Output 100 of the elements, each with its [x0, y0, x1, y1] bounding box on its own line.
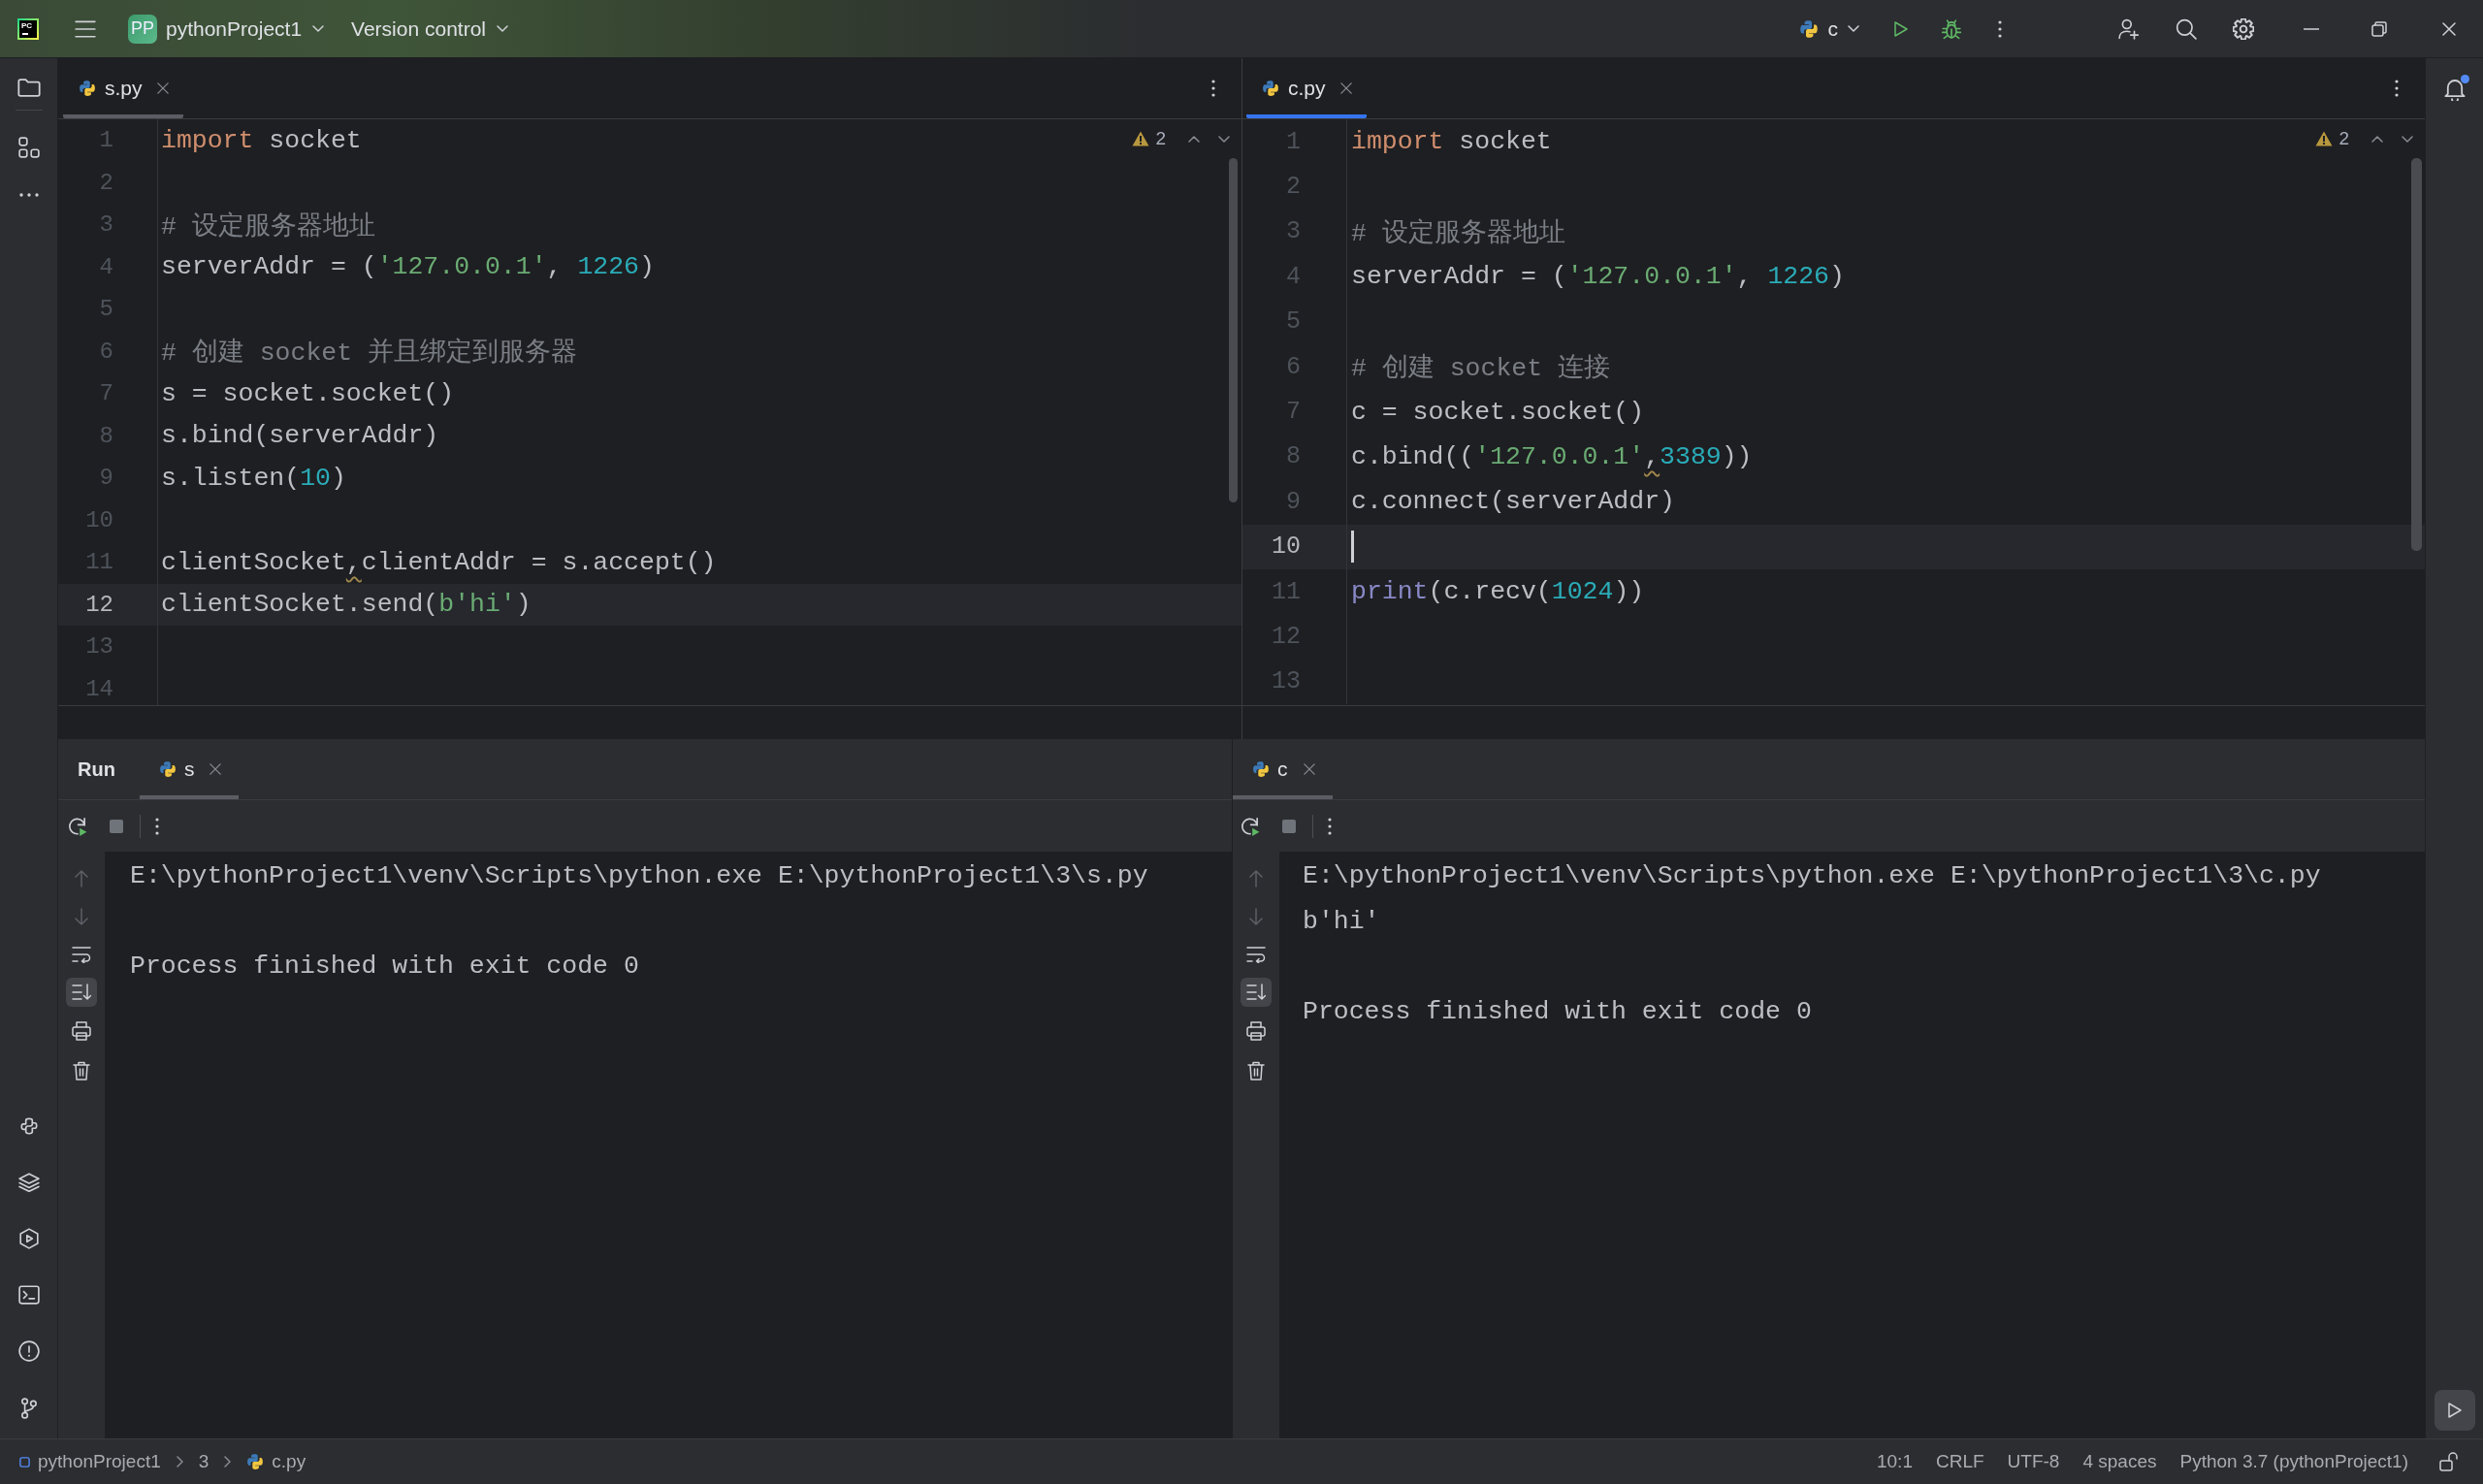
services-icon[interactable] [18, 1228, 39, 1249]
chevron-right-icon [224, 1456, 232, 1468]
rerun-icon[interactable] [1240, 815, 1261, 837]
more-icon[interactable] [1211, 80, 1215, 97]
vcs-menu[interactable]: Version control [351, 16, 508, 41]
module-icon [19, 1456, 30, 1468]
breadcrumb[interactable]: 3 [198, 1451, 210, 1472]
line-separator[interactable]: CRLF [1935, 1451, 1984, 1472]
trash-icon[interactable] [73, 1061, 90, 1081]
layers-icon[interactable] [17, 1173, 40, 1192]
project-selector[interactable]: PP pythonProject1 [128, 14, 325, 44]
line-number: 12 [1272, 623, 1301, 651]
line-number: 3 [1286, 217, 1301, 246]
more-icon[interactable] [18, 193, 39, 197]
problems-icon[interactable] [17, 1340, 40, 1362]
stop-icon[interactable] [1281, 818, 1297, 834]
python-console-icon[interactable] [17, 1115, 40, 1137]
rerun-icon[interactable] [67, 815, 88, 837]
restore-icon[interactable] [2371, 20, 2387, 37]
line-number: 7 [99, 380, 113, 407]
code-line: serverAddr = ('127.0.0.1', 1226) [161, 252, 655, 282]
console-line: E:\pythonProject1\venv\Scripts\python.exe E:\pythonProject1\3\s.py [130, 860, 1148, 892]
warning-counter[interactable]: 2 [1132, 128, 1166, 149]
code-line: # 创建 socket 并且绑定到服务器 [161, 337, 578, 370]
line-number: 4 [99, 253, 113, 280]
line-number: 10 [1272, 532, 1301, 562]
git-branch-icon[interactable] [19, 1398, 38, 1419]
chevron-down-icon[interactable] [1218, 135, 1230, 143]
line-number: 6 [1286, 352, 1301, 381]
editor-tab[interactable]: c.py [1246, 58, 1367, 118]
chevron-down-icon[interactable] [312, 25, 325, 32]
code-line: c.connect(serverAddr) [1351, 487, 1675, 517]
add-user-icon[interactable] [2118, 17, 2140, 40]
code-line: c.bind(('127.0.0.1',3389)) [1351, 441, 1753, 471]
code-line: import socket [161, 125, 362, 155]
folder-icon[interactable] [16, 79, 41, 97]
exit-message: Process finished with exit code 0 [1303, 995, 1812, 1028]
line-number: 11 [85, 549, 113, 576]
bug-icon[interactable] [1941, 17, 1962, 40]
run-icon[interactable] [2434, 1390, 2475, 1431]
more-icon[interactable] [2395, 80, 2399, 97]
print-icon[interactable] [1246, 1021, 1266, 1041]
chevron-down-icon[interactable] [1848, 25, 1859, 32]
close-icon[interactable] [2442, 21, 2456, 36]
chevron-down-icon[interactable] [497, 25, 508, 32]
caret-position[interactable]: 10:1 [1877, 1451, 1913, 1472]
indent-setting[interactable]: 4 spaces [2082, 1451, 2157, 1472]
bell-icon[interactable] [2443, 78, 2466, 101]
soft-wrap-icon[interactable] [72, 946, 91, 963]
close-icon[interactable] [1339, 82, 1352, 94]
code-line: s.listen(10) [161, 463, 346, 493]
scroll-to-end-icon[interactable] [66, 978, 97, 1007]
code-line: s = socket.socket() [161, 378, 455, 408]
line-number: 2 [99, 169, 113, 196]
scrollbar-thumb[interactable] [1229, 158, 1238, 502]
chevron-up-icon[interactable] [2371, 135, 2383, 143]
soft-wrap-icon[interactable] [1246, 946, 1266, 963]
code-line: import socket [1351, 127, 1552, 157]
structure-icon[interactable] [17, 137, 40, 158]
trash-icon[interactable] [1247, 1061, 1265, 1081]
lock-icon[interactable] [2439, 1452, 2459, 1471]
warning-counter[interactable]: 2 [2315, 128, 2349, 149]
line-number: 9 [99, 465, 113, 492]
minimize-icon[interactable] [2304, 27, 2319, 30]
python-icon [246, 1453, 265, 1470]
chevron-down-icon[interactable] [2402, 135, 2413, 143]
interpreter-selector[interactable]: Python 3.7 (pythonProject1) [2179, 1451, 2408, 1472]
code-line: clientSocket.send(b'hi') [161, 590, 532, 620]
python-icon [79, 80, 96, 97]
code-line: # 创建 socket 连接 [1351, 352, 1611, 385]
line-number: 8 [99, 422, 113, 449]
scroll-to-end-icon[interactable] [1241, 978, 1272, 1007]
breadcrumb[interactable]: c.py [246, 1451, 306, 1472]
close-icon[interactable] [1303, 763, 1315, 775]
file-encoding[interactable]: UTF-8 [2007, 1451, 2060, 1472]
project-badge: PP [128, 14, 157, 44]
editor-tab[interactable]: s.py [63, 58, 183, 118]
more-icon[interactable] [1998, 19, 2002, 38]
app-logo: PC [17, 17, 39, 40]
search-icon[interactable] [2176, 17, 2197, 40]
settings-icon[interactable] [2233, 17, 2254, 40]
terminal-icon[interactable] [17, 1285, 40, 1305]
line-number: 10 [85, 506, 113, 533]
close-icon[interactable] [156, 82, 169, 94]
chevron-up-icon[interactable] [1188, 135, 1200, 143]
more-icon[interactable] [155, 817, 159, 835]
line-number: 13 [1272, 667, 1301, 696]
stop-icon[interactable] [109, 818, 124, 834]
console-line: b'hi' [1303, 905, 1380, 938]
run-icon[interactable] [1893, 19, 1909, 38]
menu-icon[interactable] [75, 19, 96, 38]
code-line: serverAddr = ('127.0.0.1', 1226) [1351, 262, 1845, 292]
close-icon[interactable] [210, 763, 222, 775]
print-icon[interactable] [72, 1021, 91, 1041]
scrollbar-thumb[interactable] [2411, 158, 2422, 551]
more-icon[interactable] [1328, 817, 1332, 835]
line-number: 13 [85, 633, 113, 661]
breadcrumb[interactable]: pythonProject1 [19, 1451, 161, 1472]
code-line: print(c.recv(1024)) [1351, 577, 1645, 607]
run-configuration-selector[interactable]: c [1798, 16, 1859, 41]
